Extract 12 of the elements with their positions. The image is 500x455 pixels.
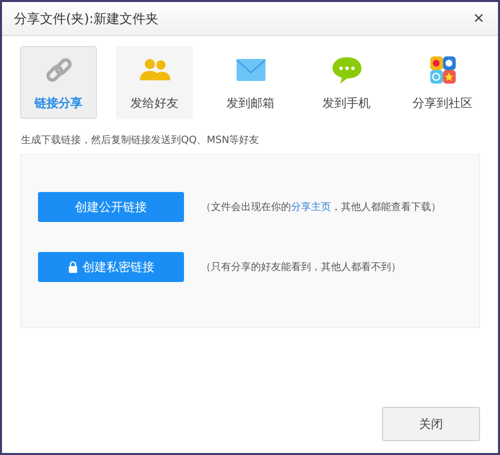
description-text: 生成下载链接，然后复制链接发送到QQ、MSN等好友 bbox=[20, 134, 260, 147]
lock-icon bbox=[68, 261, 78, 273]
share-homepage-link[interactable]: 分享主页 bbox=[291, 202, 331, 213]
note-text: （只有分享的好友能看到，其他人都看不到） bbox=[201, 260, 401, 274]
note-text: （文件会出现在你的分享主页，其他人都能查看下载） bbox=[201, 200, 441, 214]
share-tab[interactable]: 发给好友 bbox=[116, 46, 193, 119]
window-title: 分享文件(夹):新建文件夹 bbox=[14, 10, 159, 28]
close-button[interactable]: × bbox=[469, 8, 488, 29]
share-tab[interactable]: 发到邮箱 bbox=[212, 46, 289, 119]
share-tab[interactable]: 发到手机 bbox=[308, 46, 385, 119]
close-dialog-button[interactable]: 关闭 bbox=[382, 407, 480, 441]
share-tab[interactable]: 分享到社区 bbox=[404, 46, 481, 119]
